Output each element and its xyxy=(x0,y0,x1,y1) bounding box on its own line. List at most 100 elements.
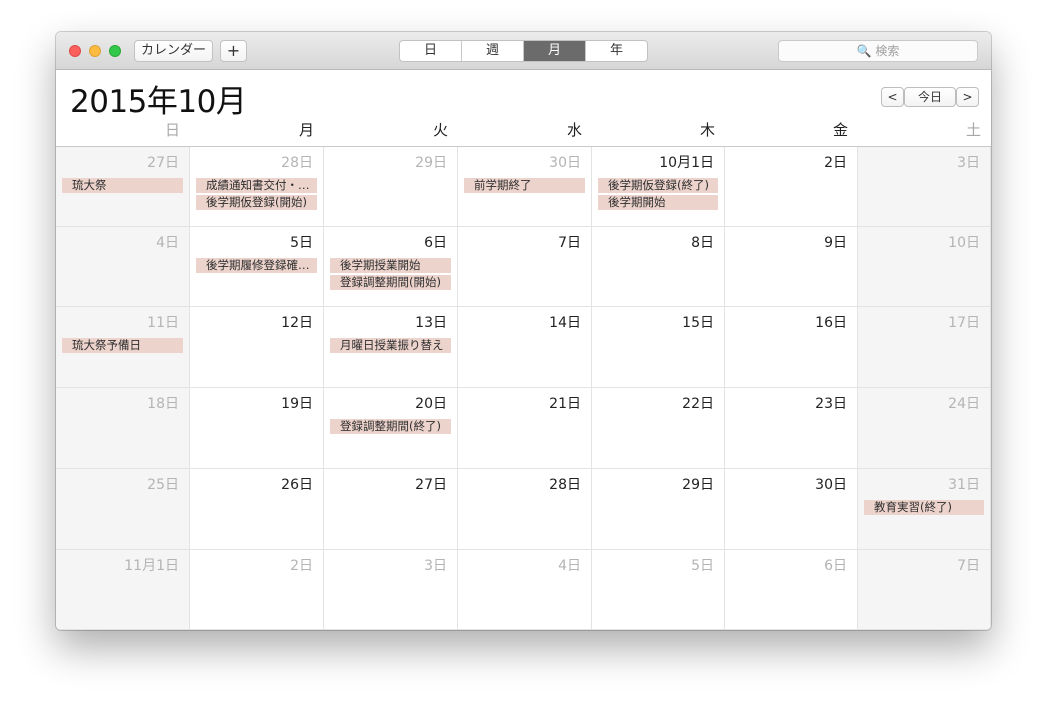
day-number: 28日 xyxy=(549,477,581,493)
day-cell[interactable]: 2日 xyxy=(725,147,858,227)
calendars-button[interactable]: カレンダー xyxy=(134,40,213,62)
event-chip[interactable]: 登録調整期間(終了) xyxy=(330,419,451,434)
day-cell[interactable]: 28日 成績通知書交付・… 後学期仮登録(開始) xyxy=(190,147,324,227)
tab-day[interactable]: 日 xyxy=(400,41,462,61)
tab-year[interactable]: 年 xyxy=(586,41,647,61)
day-cell[interactable]: 24日 xyxy=(858,388,991,469)
day-cell[interactable]: 13日月曜日授業振り替え xyxy=(324,307,458,388)
day-cell[interactable]: 20日登録調整期間(終了) xyxy=(324,388,458,469)
day-number: 12日 xyxy=(281,315,313,331)
day-cell[interactable]: 22日 xyxy=(592,388,725,469)
day-number: 13日 xyxy=(415,315,447,331)
event-chip[interactable]: 後学期履修登録確… xyxy=(196,258,317,273)
day-number: 22日 xyxy=(682,396,714,412)
day-cell[interactable]: 18日 xyxy=(56,388,190,469)
day-number: 25日 xyxy=(147,477,179,493)
day-cell[interactable]: 14日 xyxy=(458,307,592,388)
day-number: 9日 xyxy=(824,235,847,251)
event-chip[interactable]: 教育実習(終了) xyxy=(864,500,984,515)
day-number: 23日 xyxy=(815,396,847,412)
search-field[interactable]: 🔍 検索 xyxy=(778,40,978,62)
close-button[interactable] xyxy=(69,45,81,57)
event-chip[interactable]: 後学期仮登録(終了) xyxy=(598,178,718,193)
weekday-fri: 金 xyxy=(832,121,848,139)
day-number: 29日 xyxy=(682,477,714,493)
day-cell[interactable]: 31日 教育実習(終了) xyxy=(858,469,991,550)
day-cell[interactable]: 16日 xyxy=(725,307,858,388)
prev-month-button[interactable]: < xyxy=(881,87,904,107)
event-chip[interactable]: 琉大祭 xyxy=(62,178,183,193)
tab-month[interactable]: 月 xyxy=(524,41,586,61)
day-cell[interactable]: 5日後学期履修登録確… xyxy=(190,227,324,307)
day-number: 30日 xyxy=(549,155,581,171)
event-chip[interactable]: 後学期開始 xyxy=(598,195,718,210)
day-cell[interactable]: 7日 xyxy=(858,550,991,630)
day-number: 10日 xyxy=(948,235,980,251)
day-cell[interactable]: 30日 xyxy=(725,469,858,550)
day-number: 11日 xyxy=(147,315,179,331)
day-cell[interactable]: 23日 xyxy=(725,388,858,469)
day-cell[interactable]: 21日 xyxy=(458,388,592,469)
event-chip[interactable]: 琉大祭予備日 xyxy=(62,338,183,353)
day-cell[interactable]: 12日 xyxy=(190,307,324,388)
day-number: 15日 xyxy=(682,315,714,331)
day-cell[interactable]: 4日 xyxy=(458,550,592,630)
event-chip[interactable]: 後学期仮登録(開始) xyxy=(196,195,317,210)
event-chip[interactable]: 後学期授業開始 xyxy=(330,258,451,273)
minimize-button[interactable] xyxy=(89,45,101,57)
day-number: 4日 xyxy=(156,235,179,251)
tab-week[interactable]: 週 xyxy=(462,41,524,61)
day-cell[interactable]: 17日 xyxy=(858,307,991,388)
day-cell[interactable]: 28日 xyxy=(458,469,592,550)
day-number: 7日 xyxy=(558,235,581,251)
weekday-tue: 火 xyxy=(432,121,448,139)
weekday-wed: 水 xyxy=(566,121,582,139)
day-number: 5日 xyxy=(290,235,313,251)
day-cell[interactable]: 10日 xyxy=(858,227,991,307)
day-number: 20日 xyxy=(415,396,447,412)
view-switcher: 日 週 月 年 xyxy=(399,40,648,62)
event-chip[interactable]: 登録調整期間(開始) xyxy=(330,275,451,290)
day-number: 11月1日 xyxy=(124,558,179,574)
day-number: 8日 xyxy=(691,235,714,251)
day-cell[interactable]: 26日 xyxy=(190,469,324,550)
day-cell[interactable]: 9日 xyxy=(725,227,858,307)
day-number: 19日 xyxy=(281,396,313,412)
day-cell[interactable]: 27日 琉大祭 xyxy=(56,147,190,227)
day-cell[interactable]: 11月1日 xyxy=(56,550,190,630)
day-cell[interactable]: 29日 xyxy=(592,469,725,550)
day-cell[interactable]: 6日後学期授業開始 登録調整期間(開始) xyxy=(324,227,458,307)
zoom-button[interactable] xyxy=(109,45,121,57)
next-month-button[interactable]: > xyxy=(956,87,979,107)
day-cell[interactable]: 3日 xyxy=(324,550,458,630)
weekday-thu: 木 xyxy=(699,121,715,139)
event-chip[interactable]: 前学期終了 xyxy=(464,178,585,193)
weekday-sat: 土 xyxy=(965,121,981,139)
day-cell[interactable]: 8日 xyxy=(592,227,725,307)
day-cell[interactable]: 7日 xyxy=(458,227,592,307)
weekday-sun: 日 xyxy=(164,121,180,139)
day-cell[interactable]: 4日 xyxy=(56,227,190,307)
day-cell[interactable]: 27日 xyxy=(324,469,458,550)
day-cell[interactable]: 15日 xyxy=(592,307,725,388)
day-cell[interactable]: 29日 xyxy=(324,147,458,227)
day-number: 7日 xyxy=(957,558,980,574)
add-event-button[interactable]: + xyxy=(220,40,247,62)
day-cell[interactable]: 19日 xyxy=(190,388,324,469)
day-cell[interactable]: 25日 xyxy=(56,469,190,550)
event-chip[interactable]: 成績通知書交付・… xyxy=(196,178,317,193)
day-cell[interactable]: 5日 xyxy=(592,550,725,630)
day-cell[interactable]: 11日琉大祭予備日 xyxy=(56,307,190,388)
day-cell[interactable]: 6日 xyxy=(725,550,858,630)
event-chip[interactable]: 月曜日授業振り替え xyxy=(330,338,451,353)
day-cell[interactable]: 2日 xyxy=(190,550,324,630)
today-button[interactable]: 今日 xyxy=(904,87,956,107)
day-number: 14日 xyxy=(549,315,581,331)
day-cell[interactable]: 30日前学期終了 xyxy=(458,147,592,227)
day-number: 6日 xyxy=(424,235,447,251)
day-number: 3日 xyxy=(424,558,447,574)
day-number: 29日 xyxy=(415,155,447,171)
day-cell[interactable]: 3日 xyxy=(858,147,991,227)
day-cell[interactable]: 10月1日 後学期仮登録(終了) 後学期開始 xyxy=(592,147,725,227)
toolbar: カレンダー + 日 週 月 年 🔍 検索 xyxy=(56,32,991,70)
